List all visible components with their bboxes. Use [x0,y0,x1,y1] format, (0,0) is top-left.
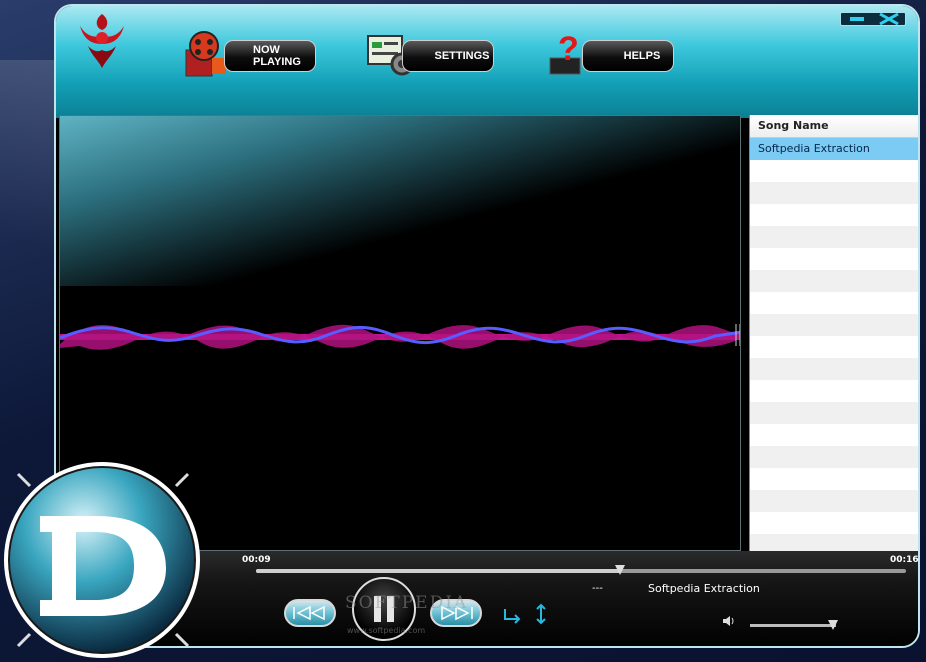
seek-progress-fill [256,569,620,573]
playlist-empty-row [750,292,918,314]
vertical-arrows-icon [536,603,546,625]
playlist-empty-row [750,182,918,204]
window-controls [840,12,906,26]
playlist-empty-row [750,336,918,358]
svg-text:?: ? [558,30,579,68]
status-indicator: --- [592,583,603,594]
playlist-empty-row [750,424,918,446]
repeat-arrow-icon [504,609,521,624]
playlist-empty-row [750,490,918,512]
playlist-empty-row [750,226,918,248]
watermark-text: SOFTPEDIA [345,593,469,613]
playlist-empty-row [750,204,918,226]
playlist-empty-row [750,534,918,551]
total-duration: 00:16 [890,555,919,565]
previous-icon [293,605,325,621]
seek-bar[interactable] [256,565,906,575]
settings-button[interactable]: SETTINGS [402,40,494,72]
seek-handle[interactable] [615,565,625,575]
now-playing-button[interactable]: NOW PLAYING [224,40,316,72]
repeat-button[interactable] [502,607,524,630]
volume-slider[interactable] [750,620,839,630]
watermark-url: www.softpedia.com [347,626,426,635]
playlist-empty-row [750,512,918,534]
volume-icon[interactable] [722,615,736,627]
shuffle-button[interactable] [534,603,548,630]
playlist-empty-row [750,248,918,270]
playlist-empty-row [750,358,918,380]
elapsed-time: 00:09 [242,555,271,565]
now-playing-title: Softpedia Extraction [648,582,760,595]
watermark-d-badge [4,462,200,658]
playlist-item[interactable]: Softpedia Extraction [750,138,918,160]
close-icon [879,13,899,25]
playlist-empty-row [750,314,918,336]
playlist-empty-row [750,446,918,468]
helps-button[interactable]: HELPS [582,40,674,72]
minimize-button[interactable] [841,13,873,25]
phoenix-logo-icon [80,14,124,68]
playlist-empty-row [750,468,918,490]
playlist-empty-row [750,160,918,182]
volume-handle[interactable] [828,620,839,630]
playlist-empty-row [750,402,918,424]
playlist-empty-row [750,270,918,292]
header-bar: NOW PLAYING SETTINGS ? HELPS [56,6,918,118]
minimize-icon [850,17,864,21]
playlist-panel: Song Name Softpedia Extraction [749,115,918,551]
playlist-column-header[interactable]: Song Name [750,115,918,138]
playlist-empty-row [750,380,918,402]
close-button[interactable] [873,13,905,25]
previous-button[interactable] [284,599,336,627]
